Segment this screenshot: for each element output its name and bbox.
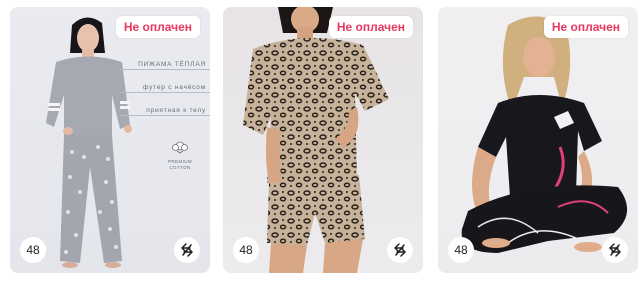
product-photo <box>461 16 628 253</box>
cotton-flower-icon <box>172 141 188 154</box>
status-badge: Не оплачен <box>328 16 413 38</box>
product-card[interactable]: ПИЖАМА ТЁПЛАЯ футер с начёсом приятная к… <box>10 7 210 273</box>
product-grid: ПИЖАМА ТЁПЛАЯ футер с начёсом приятная к… <box>0 0 640 283</box>
swap-icon <box>394 243 406 257</box>
size-badge: 48 <box>448 237 474 263</box>
size-badge: 48 <box>233 237 259 263</box>
status-badge: Не оплачен <box>115 16 200 38</box>
swap-button[interactable] <box>602 237 628 263</box>
promo-line: ПИЖАМА ТЁПЛАЯ <box>120 59 210 70</box>
swap-icon <box>181 243 193 257</box>
product-card[interactable]: СЧ Не оплачен 48 <box>223 7 423 273</box>
promo-line: приятная к телу <box>120 105 210 116</box>
swap-button[interactable] <box>174 237 200 263</box>
cotton-label-line: COTTON <box>169 165 191 170</box>
promo-text-block: ПИЖАМА ТЁПЛАЯ футер с начёсом приятная к… <box>120 59 210 128</box>
promo-line: футер с начёсом <box>120 82 210 93</box>
size-badge: 48 <box>20 237 46 263</box>
product-photo: СЧ <box>243 7 389 273</box>
premium-cotton-logo: PREMIUM COTTON <box>160 140 200 171</box>
status-badge: Не оплачен <box>543 16 628 38</box>
swap-button[interactable] <box>387 237 413 263</box>
swap-icon <box>609 243 621 257</box>
product-card[interactable]: Не оплачен 48 <box>438 7 638 273</box>
